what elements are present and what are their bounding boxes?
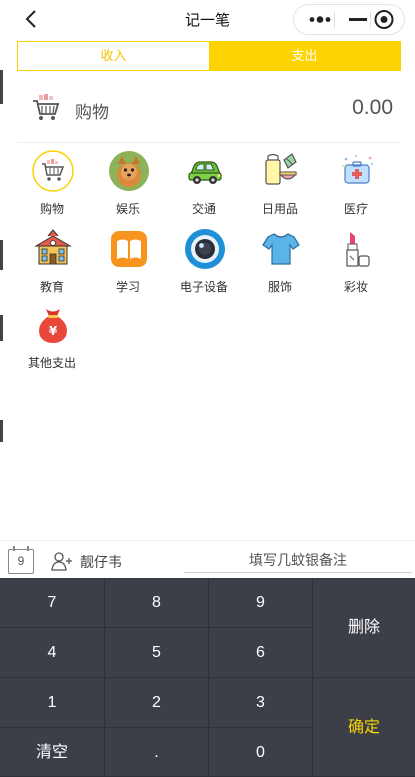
- key-2[interactable]: 2: [105, 678, 209, 728]
- category-makeup[interactable]: 彩妆: [318, 228, 394, 300]
- car-icon: [184, 150, 226, 192]
- number-keypad: 7 8 9 4 5 6 1 2 3 清空 . 0 删除 确定: [0, 578, 415, 777]
- svg-text:¥: ¥: [49, 324, 58, 338]
- category-label: 服饰: [267, 280, 292, 294]
- tab-income[interactable]: 收入: [18, 42, 209, 70]
- entry-meta-bar: 9 靓仔韦: [0, 540, 415, 578]
- close-miniprogram-icon[interactable]: [368, 5, 398, 34]
- category-label: 医疗: [343, 202, 368, 216]
- money-bag-icon: ¥: [32, 304, 74, 346]
- camera-lens-icon: [184, 228, 226, 270]
- date-day: 9: [17, 554, 25, 568]
- category-label: 学习: [115, 280, 140, 294]
- capsule-divider: [334, 12, 335, 28]
- key-5[interactable]: 5: [105, 628, 209, 678]
- category-label: 彩妆: [343, 280, 368, 294]
- amount-value: 0.00: [352, 96, 393, 119]
- school-icon: [32, 228, 74, 270]
- date-picker-button[interactable]: 9: [8, 546, 34, 574]
- amount-row: 购物 0.00: [17, 83, 401, 143]
- key-3[interactable]: 3: [209, 678, 313, 728]
- category-education[interactable]: 教育: [14, 228, 90, 300]
- dog-photo-icon: [108, 150, 150, 192]
- category-study[interactable]: 学习: [90, 228, 166, 300]
- category-label: 教育: [39, 280, 64, 294]
- remark-input[interactable]: [184, 547, 412, 573]
- category-medical[interactable]: 医疗: [318, 150, 394, 222]
- category-other-expense[interactable]: ¥ 其他支出: [14, 304, 90, 376]
- key-8[interactable]: 8: [105, 578, 209, 628]
- key-6[interactable]: 6: [209, 628, 313, 678]
- shopping-cart-icon: [31, 93, 61, 123]
- category-entertainment[interactable]: 娱乐: [90, 150, 166, 222]
- category-label: 电子设备: [179, 280, 228, 294]
- add-person-icon: [51, 552, 72, 571]
- key-7[interactable]: 7: [0, 578, 105, 628]
- category-label: 购物: [39, 202, 64, 216]
- category-shopping[interactable]: 购物: [14, 150, 90, 222]
- shopping-cart-icon: [32, 150, 74, 192]
- category-clothing[interactable]: 服饰: [242, 228, 318, 300]
- tab-expense[interactable]: 支出: [209, 42, 400, 70]
- tshirt-icon: [260, 228, 302, 270]
- medical-kit-icon: [336, 150, 378, 192]
- category-label: 日用品: [261, 202, 298, 216]
- category-electronics[interactable]: 电子设备: [166, 228, 242, 300]
- delete-button[interactable]: 删除: [313, 578, 415, 678]
- clear-button[interactable]: 清空: [0, 728, 105, 777]
- key-0[interactable]: 0: [209, 728, 313, 777]
- lipstick-icon: [336, 228, 378, 270]
- type-tabs: 收入 支出: [17, 41, 401, 71]
- confirm-button[interactable]: 确定: [313, 678, 415, 777]
- category-label: 交通: [191, 202, 216, 216]
- category-label: 娱乐: [115, 202, 140, 216]
- book-icon: [108, 228, 150, 270]
- key-1[interactable]: 1: [0, 678, 105, 728]
- category-transport[interactable]: 交通: [166, 150, 242, 222]
- member-name: 靓仔韦: [80, 554, 122, 570]
- selected-category-label: 购物: [75, 103, 109, 122]
- daily-goods-icon: [260, 150, 302, 192]
- category-label: 其他支出: [27, 356, 76, 370]
- category-daily-goods[interactable]: 日用品: [242, 150, 318, 222]
- key-4[interactable]: 4: [0, 628, 105, 678]
- navigation-bar: 记一笔: [0, 0, 415, 38]
- key-dot[interactable]: .: [105, 728, 209, 777]
- key-9[interactable]: 9: [209, 578, 313, 628]
- mini-program-capsule: [293, 4, 405, 35]
